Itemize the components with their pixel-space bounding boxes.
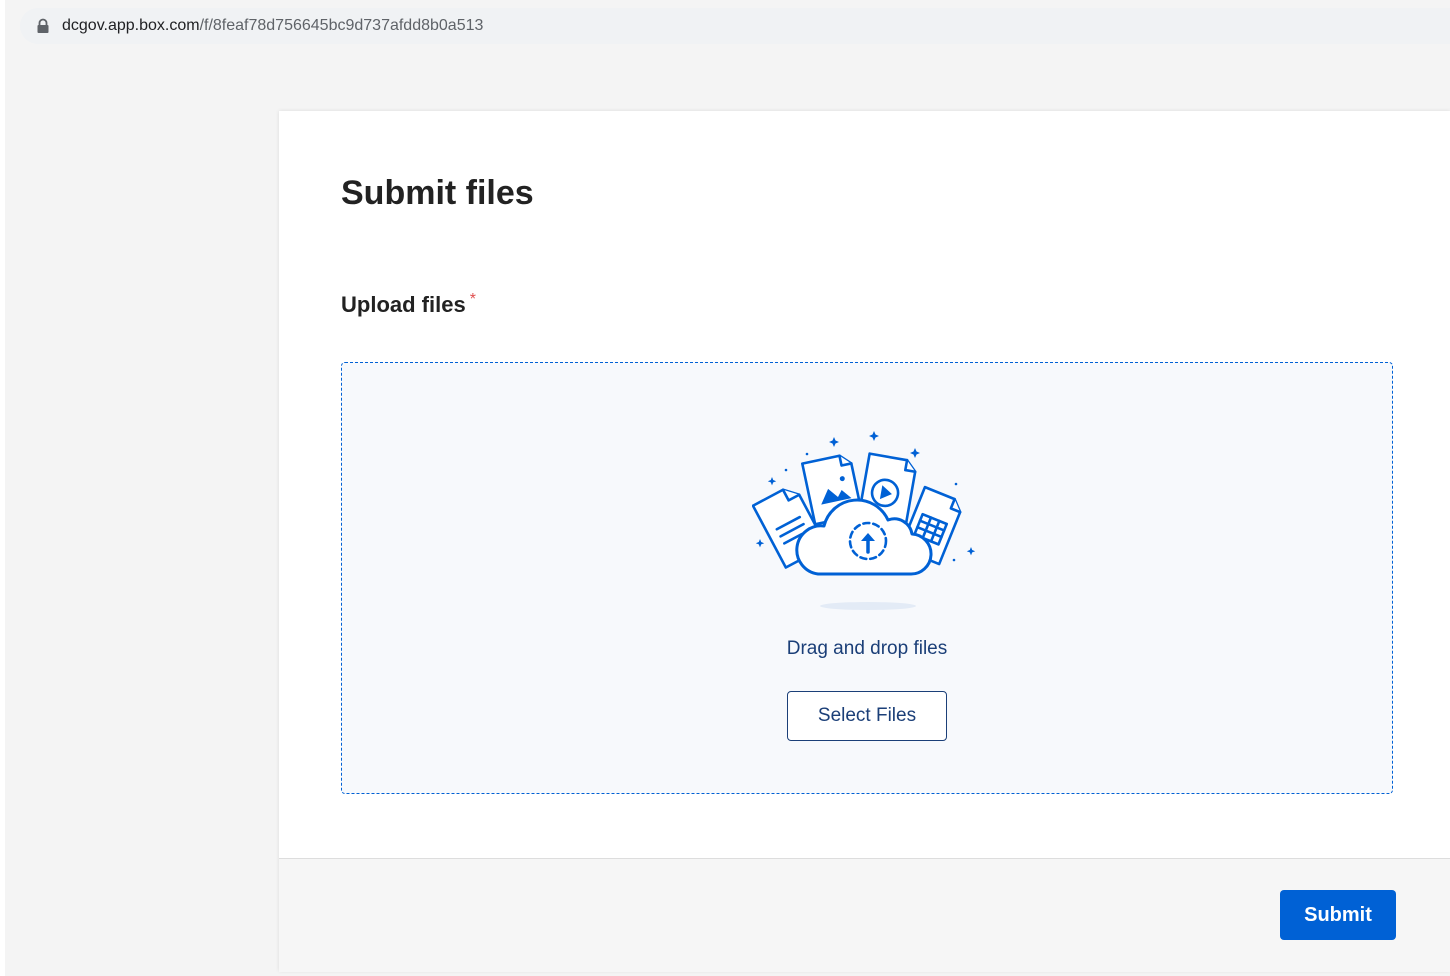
required-asterisk: * [469,291,476,308]
submit-files-card: Submit files Upload files * Drag and dro… [279,111,1450,972]
address-bar[interactable]: dcgov.app.box.com/f/8feaf78d756645bc9d73… [20,8,1450,44]
drag-drop-instruction: Drag and drop files [786,638,948,659]
upload-files-label: Upload files * [341,291,476,322]
url-host: dcgov.app.box.com [62,17,200,34]
url-text[interactable]: dcgov.app.box.com/f/8feaf78d756645bc9d73… [62,17,483,35]
file-drop-zone[interactable]: Drag and drop files Select Files [341,362,1393,794]
window-edge [0,0,5,976]
cloud-upload-files-icon [752,431,976,610]
upload-files-label-text: Upload files [341,292,466,317]
page-title: Submit files [341,174,534,212]
url-path: /f/8feaf78d756645bc9d737afdd8b0a513 [199,17,484,34]
form-footer: Submit [279,858,1450,972]
submit-button[interactable]: Submit [1280,890,1396,940]
lock-icon [37,18,49,33]
select-files-button[interactable]: Select Files [787,691,947,741]
